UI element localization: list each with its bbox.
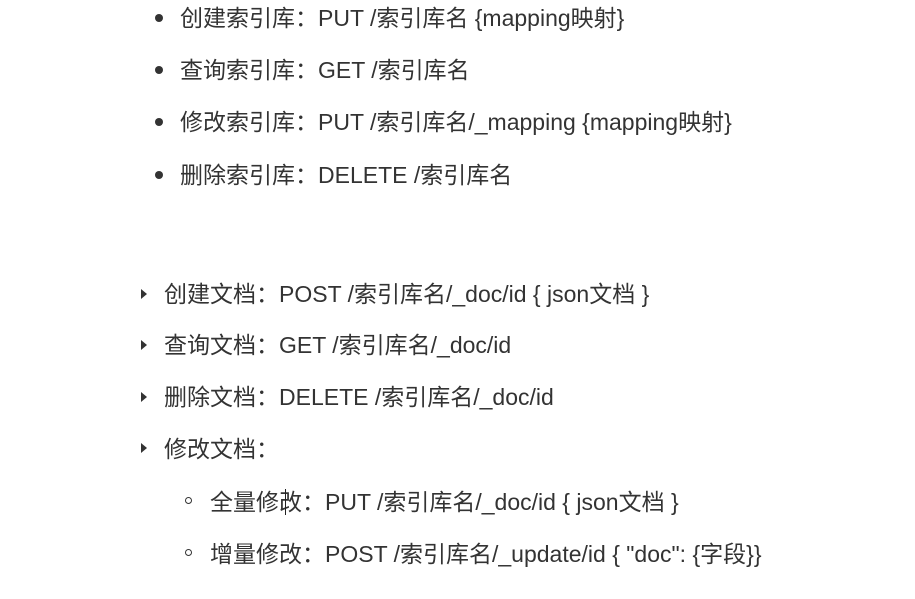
bullet-triangle-icon [141,289,147,299]
bullet-triangle-icon [141,443,147,453]
text-cursor [285,489,286,515]
bullet-dot-icon [155,14,163,22]
index-op-query: 查询索引库：GET /索引库名 [180,57,470,83]
doc-modify-partial: 增量修改：POST /索引库名/_update/id { "doc": {字段}… [210,541,762,567]
doc-op-delete: 删除文档：DELETE /索引库名/_doc/id [164,384,554,410]
document-body: 创建索引库：PUT /索引库名 {mapping映射} 查询索引库：GET /索… [0,0,915,599]
doc-op-create: 创建文档：POST /索引库名/_doc/id { json文档 } [164,281,650,307]
bullet-triangle-icon [141,392,147,402]
index-op-modify: 修改索引库：PUT /索引库名/_mapping {mapping映射} [180,109,732,135]
bullet-dot-icon [155,66,163,74]
bullet-circle-icon [185,549,192,556]
doc-modify-full: 全量修改：PUT /索引库名/_doc/id { json文档 } [210,489,679,515]
index-op-create: 创建索引库：PUT /索引库名 {mapping映射} [180,5,625,31]
bullet-circle-icon [185,497,192,504]
doc-op-query: 查询文档：GET /索引库名/_doc/id [164,332,512,358]
bullet-dot-icon [155,171,163,179]
bullet-triangle-icon [141,340,147,350]
doc-op-modify: 修改文档： [164,436,279,462]
index-op-delete: 删除索引库：DELETE /索引库名 [180,162,513,188]
bullet-dot-icon [155,118,163,126]
